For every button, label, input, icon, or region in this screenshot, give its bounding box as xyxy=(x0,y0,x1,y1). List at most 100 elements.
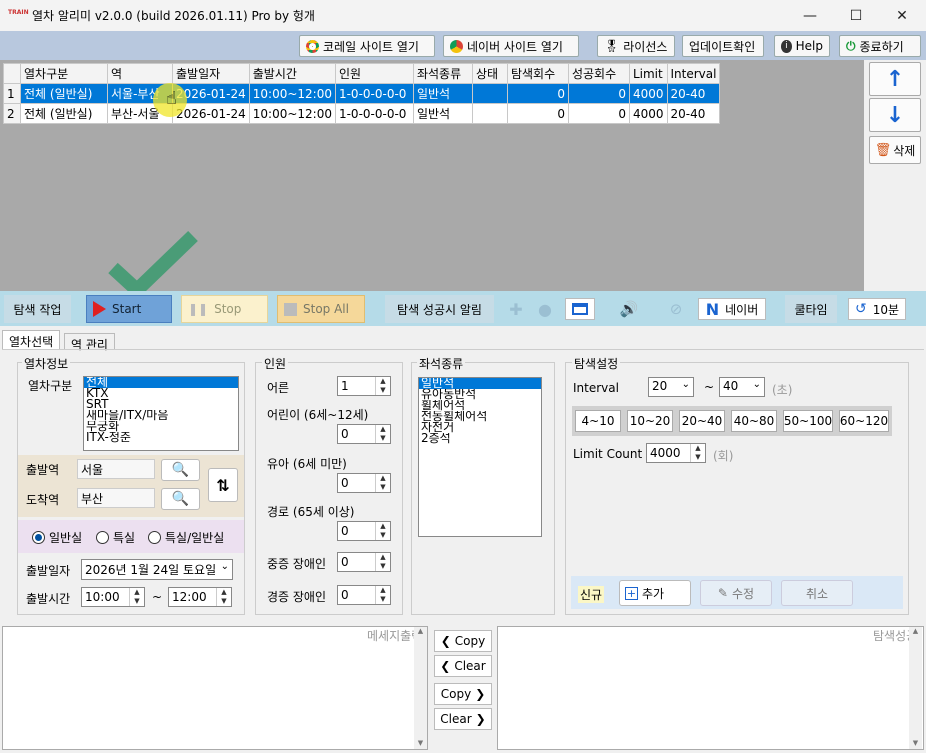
interval-preset-button[interactable]: 60~120 xyxy=(839,410,889,432)
seat-option-special[interactable]: 특실 xyxy=(96,529,135,546)
interval-preset-button[interactable]: 10~20 xyxy=(627,410,673,432)
col-header[interactable]: Limit xyxy=(628,63,668,84)
clear-message-button[interactable]: ❮ Clear xyxy=(434,655,492,677)
mute-icon[interactable]: ⊘ xyxy=(664,295,688,323)
cooltime-button[interactable]: ↺ 10분 xyxy=(848,298,906,320)
col-header[interactable]: 열차구분 xyxy=(20,63,108,84)
edit-button[interactable]: ✎ 수정 xyxy=(700,580,772,606)
train-type-list[interactable]: 전체 KTX SRT 새마을/ITX/마음 무궁화 ITX-청춘 xyxy=(83,376,239,451)
seat-type-list[interactable]: 일반석 유아동반석 휠체어석 전동휠체어석 자전거 2층석 xyxy=(418,377,542,537)
close-button[interactable]: ✕ xyxy=(879,0,925,31)
arrival-field[interactable]: 부산 xyxy=(77,488,155,508)
col-header[interactable] xyxy=(3,63,21,84)
chevron-right-icon: ❯ xyxy=(475,687,486,701)
naver-site-button[interactable]: 네이버 사이트 열기 xyxy=(443,35,579,57)
success-scrollbar[interactable]: ▲ ▼ xyxy=(909,627,922,749)
spin-arrows-icon[interactable]: ▲ ▼ xyxy=(375,425,390,443)
col-header[interactable]: 출발시간 xyxy=(248,63,336,84)
sound-icon[interactable]: 🔊 xyxy=(617,295,641,323)
severe-disabled-count[interactable]: 0 ▲ ▼ xyxy=(337,552,391,572)
exit-button[interactable]: ⏻ 종료하기 xyxy=(839,35,921,57)
col-header[interactable]: 인원 xyxy=(334,63,414,84)
spin-arrows-icon[interactable]: ▲ ▼ xyxy=(375,474,390,492)
list-item[interactable]: ITX-청춘 xyxy=(84,432,238,443)
spin-arrows-icon[interactable]: ▲ ▼ xyxy=(375,522,390,540)
adult-count[interactable]: 1 ▲ ▼ xyxy=(337,376,391,396)
copy-message-button[interactable]: ❮ Copy xyxy=(434,630,492,652)
time-to-input[interactable]: 12:00 ▲ ▼ xyxy=(168,587,232,607)
child-count[interactable]: 0 ▲ ▼ xyxy=(337,424,391,444)
list-item[interactable]: 새마을/ITX/마음 xyxy=(84,410,238,421)
col-header[interactable]: 탐색회수 xyxy=(506,63,569,84)
tab-train-select[interactable]: 열차선택 xyxy=(2,330,61,350)
interval-preset-button[interactable]: 20~40 xyxy=(679,410,725,432)
mild-disabled-count[interactable]: 0 ▲ ▼ xyxy=(337,585,391,605)
naver-notify-button[interactable]: N 네이버 xyxy=(698,298,766,320)
tab-station-manage[interactable]: 역 관리 xyxy=(64,333,115,352)
interval-preset-button[interactable]: 50~100 xyxy=(783,410,833,432)
add-button[interactable]: + 추가 xyxy=(619,580,691,606)
table-row[interactable]: 2 전체 (일반실) 부산-서울 2026-01-24 10:00~12:00 … xyxy=(3,103,721,124)
list-item[interactable]: 2층석 xyxy=(419,433,541,444)
clear-success-button[interactable]: Clear ❯ xyxy=(434,708,492,730)
move-up-button[interactable]: ↑ xyxy=(869,62,921,96)
spin-arrows-icon[interactable]: ▲ ▼ xyxy=(216,588,231,606)
list-item[interactable]: 자전거 xyxy=(419,422,541,433)
delete-button[interactable]: 🗑 삭제 xyxy=(869,136,921,164)
window-notify-button[interactable] xyxy=(565,298,595,320)
interval-from-select[interactable]: 20 ⌄ xyxy=(648,377,694,397)
cancel-button[interactable]: 취소 xyxy=(781,580,853,606)
move-down-button[interactable]: ↓ xyxy=(869,98,921,132)
stop-button[interactable]: ❚❚ Stop xyxy=(181,295,268,323)
list-item[interactable]: 전체 xyxy=(84,377,238,388)
list-item[interactable]: SRT xyxy=(84,399,238,410)
list-item[interactable]: KTX xyxy=(84,388,238,399)
table-row[interactable]: 1 전체 (일반실) 서울-부산 2026-01-24 10:00~12:00 … xyxy=(3,83,721,104)
col-header[interactable]: 좌석종류 xyxy=(412,63,473,84)
update-check-button[interactable]: 업데이트확인 xyxy=(682,35,764,57)
col-header[interactable]: Interval xyxy=(666,63,721,84)
list-item[interactable]: 유아동반석 xyxy=(419,389,541,400)
departure-search-button[interactable]: 🔍 xyxy=(161,459,200,481)
spin-arrows-icon[interactable]: ▲ ▼ xyxy=(375,377,390,395)
slack-icon[interactable]: ✚ xyxy=(506,295,526,323)
spin-arrows-icon[interactable]: ▲ ▼ xyxy=(690,444,705,462)
korail-site-button[interactable]: 코레일 사이트 열기 xyxy=(299,35,435,57)
col-header[interactable]: 출발일자 xyxy=(172,63,250,84)
seat-option-both[interactable]: 특실/일반실 xyxy=(148,529,224,546)
col-header[interactable]: 역 xyxy=(107,63,173,84)
departure-field[interactable]: 서울 xyxy=(77,459,155,479)
col-header[interactable]: 상태 xyxy=(471,63,508,84)
seat-option-normal[interactable]: 일반실 xyxy=(32,529,82,546)
list-item[interactable]: 무궁화 xyxy=(84,421,238,432)
telegram-icon[interactable]: ● xyxy=(535,295,555,323)
spin-arrows-icon[interactable]: ▲ ▼ xyxy=(375,553,390,571)
time-from-input[interactable]: 10:00 ▲ ▼ xyxy=(81,587,145,607)
interval-to-select[interactable]: 40 ⌄ xyxy=(719,377,765,397)
arrival-search-button[interactable]: 🔍 xyxy=(161,488,200,510)
list-item[interactable]: 일반석 xyxy=(419,378,541,389)
date-picker[interactable]: 2026년 1월 24일 토요일 ⌄ xyxy=(81,559,233,580)
spin-arrows-icon[interactable]: ▲ ▼ xyxy=(375,586,390,604)
search-success-area[interactable] xyxy=(497,626,924,750)
stop-all-button[interactable]: Stop All xyxy=(277,295,365,323)
message-output-area[interactable] xyxy=(2,626,428,750)
infant-count[interactable]: 0 ▲ ▼ xyxy=(337,473,391,493)
minimize-button[interactable]: — xyxy=(787,0,833,31)
maximize-button[interactable]: ☐ xyxy=(833,0,879,31)
message-scrollbar[interactable]: ▲ ▼ xyxy=(414,627,427,749)
copy-success-button[interactable]: Copy ❯ xyxy=(434,683,492,705)
list-item[interactable]: 전동휠체어석 xyxy=(419,411,541,422)
list-item[interactable]: 휠체어석 xyxy=(419,400,541,411)
start-button[interactable]: Start xyxy=(86,295,172,323)
interval-preset-button[interactable]: 4~10 xyxy=(575,410,621,432)
limit-unit: (회) xyxy=(713,449,734,463)
interval-preset-button[interactable]: 40~80 xyxy=(731,410,777,432)
license-button[interactable]: 🎖 라이선스 xyxy=(597,35,675,57)
limit-count-input[interactable]: 4000 ▲ ▼ xyxy=(646,443,706,463)
spin-arrows-icon[interactable]: ▲ ▼ xyxy=(129,588,144,606)
col-header[interactable]: 성공회수 xyxy=(567,63,630,84)
swap-stations-button[interactable]: ⇅ xyxy=(208,468,238,502)
help-button[interactable]: i Help xyxy=(774,35,830,57)
senior-count[interactable]: 0 ▲ ▼ xyxy=(337,521,391,541)
